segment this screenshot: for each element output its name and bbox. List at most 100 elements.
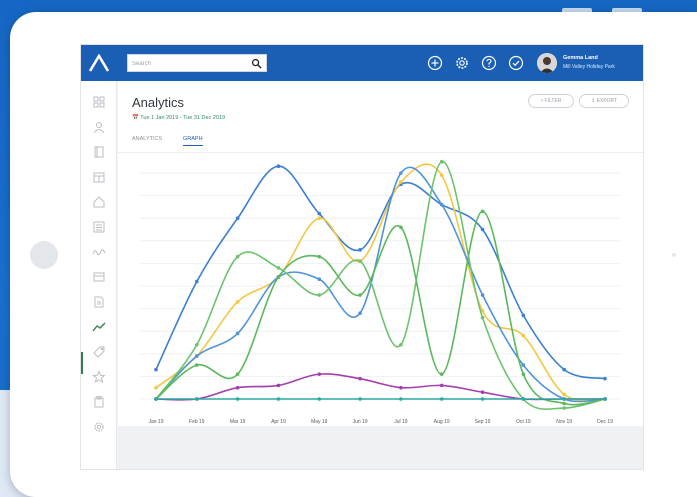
data-point[interactable] [317,277,322,282]
x-tick-label: Feb 19 [189,419,205,425]
data-point[interactable] [521,397,526,401]
data-point[interactable] [439,159,444,164]
filter-icon: ▿ [540,98,544,104]
data-point[interactable] [480,390,485,395]
sidebar-item-calendar[interactable] [92,170,106,184]
data-point[interactable] [603,376,607,381]
data-point[interactable] [562,392,566,397]
data-point[interactable] [480,293,485,297]
filter-button[interactable]: ▿ FILTER [528,94,574,108]
data-point[interactable] [195,342,199,347]
data-point[interactable] [276,383,281,388]
data-point[interactable] [603,397,607,401]
data-point[interactable] [154,397,158,401]
avatar[interactable] [537,53,557,73]
check-circle-icon[interactable] [508,55,524,71]
sidebar-item-document[interactable] [92,295,106,309]
data-point[interactable] [439,383,444,388]
data-point[interactable] [276,397,281,401]
data-point[interactable] [521,363,526,367]
data-point[interactable] [317,254,322,259]
data-point[interactable] [562,406,566,410]
data-point[interactable] [480,315,485,320]
sidebar-item-link[interactable] [92,245,106,259]
data-point[interactable] [439,397,444,401]
data-point[interactable] [399,385,403,390]
tab-graph[interactable]: GRAPH [183,136,203,146]
sidebar-item-home[interactable] [92,195,106,209]
data-point[interactable] [439,173,444,178]
data-point[interactable] [195,363,199,367]
data-point[interactable] [562,401,566,406]
sidebar-item-book[interactable] [92,145,106,159]
help-circle-icon[interactable] [481,55,497,71]
data-point[interactable] [317,293,322,297]
export-button[interactable]: ↥ EXPORT [579,94,629,108]
data-point[interactable] [521,333,526,338]
data-point[interactable] [317,216,322,220]
data-point[interactable] [235,216,240,220]
data-point[interactable] [195,397,199,401]
data-point[interactable] [358,248,362,252]
data-point[interactable] [235,254,240,259]
data-point[interactable] [358,397,362,401]
data-point[interactable] [358,259,362,263]
data-point[interactable] [154,367,158,372]
data-point[interactable] [317,397,322,401]
data-point[interactable] [195,354,199,358]
data-point[interactable] [317,211,322,216]
data-point[interactable] [235,372,240,376]
data-point[interactable] [399,180,403,184]
user-organization[interactable]: Mill Valley Holiday Park [563,64,615,70]
x-tick-label: Jan 19 [148,419,163,425]
data-point[interactable] [480,209,485,214]
series-line-3[interactable] [155,160,606,410]
data-point[interactable] [480,227,485,232]
data-point[interactable] [276,164,281,169]
data-point[interactable] [480,397,485,401]
data-point[interactable] [317,372,322,376]
user-name[interactable]: Gemma Land [563,55,598,61]
series-line-2[interactable] [155,166,606,403]
data-point[interactable] [439,372,444,376]
sidebar-item-settings[interactable] [92,420,106,434]
sidebar-item-chart[interactable] [92,320,106,334]
data-point[interactable] [358,293,362,297]
tab-analytics[interactable]: ANALYTICS [132,136,162,145]
sidebar-item-tag[interactable] [92,345,106,359]
data-point[interactable] [399,397,403,401]
data-point[interactable] [358,311,362,315]
data-point[interactable] [235,397,240,401]
plus-circle-icon[interactable] [427,55,443,71]
sidebar-item-card[interactable] [92,270,106,284]
data-point[interactable] [521,313,526,318]
data-point[interactable] [358,376,362,381]
data-point[interactable] [276,275,281,279]
data-point[interactable] [439,202,444,207]
data-point[interactable] [399,171,403,175]
sidebar-item-dashboard[interactable] [92,95,106,109]
search-input[interactable] [132,57,242,70]
data-point[interactable] [399,342,403,347]
sidebar-item-star[interactable] [92,370,106,384]
series-line-0[interactable] [155,165,606,380]
data-point[interactable] [399,225,403,230]
data-point[interactable] [235,300,240,304]
data-point[interactable] [235,385,240,390]
data-point[interactable] [235,331,240,336]
data-point[interactable] [154,385,158,390]
sidebar-item-list[interactable] [92,220,106,234]
data-point[interactable] [521,372,526,376]
date-range[interactable]: 📅 Tue 1 Jan 2019 - Tue 31 Dec 2019 [132,115,225,121]
search-icon[interactable] [251,58,262,69]
data-point[interactable] [562,397,566,401]
clipboard-icon [94,396,104,408]
logo-icon[interactable] [89,54,109,72]
gear-icon[interactable] [454,55,470,71]
data-point[interactable] [276,266,281,270]
x-tick-label: Oct 19 [516,419,531,425]
sidebar-item-people[interactable] [92,120,106,134]
sidebar-item-clipboard[interactable] [92,395,106,409]
data-point[interactable] [195,279,199,284]
data-point[interactable] [562,367,566,372]
